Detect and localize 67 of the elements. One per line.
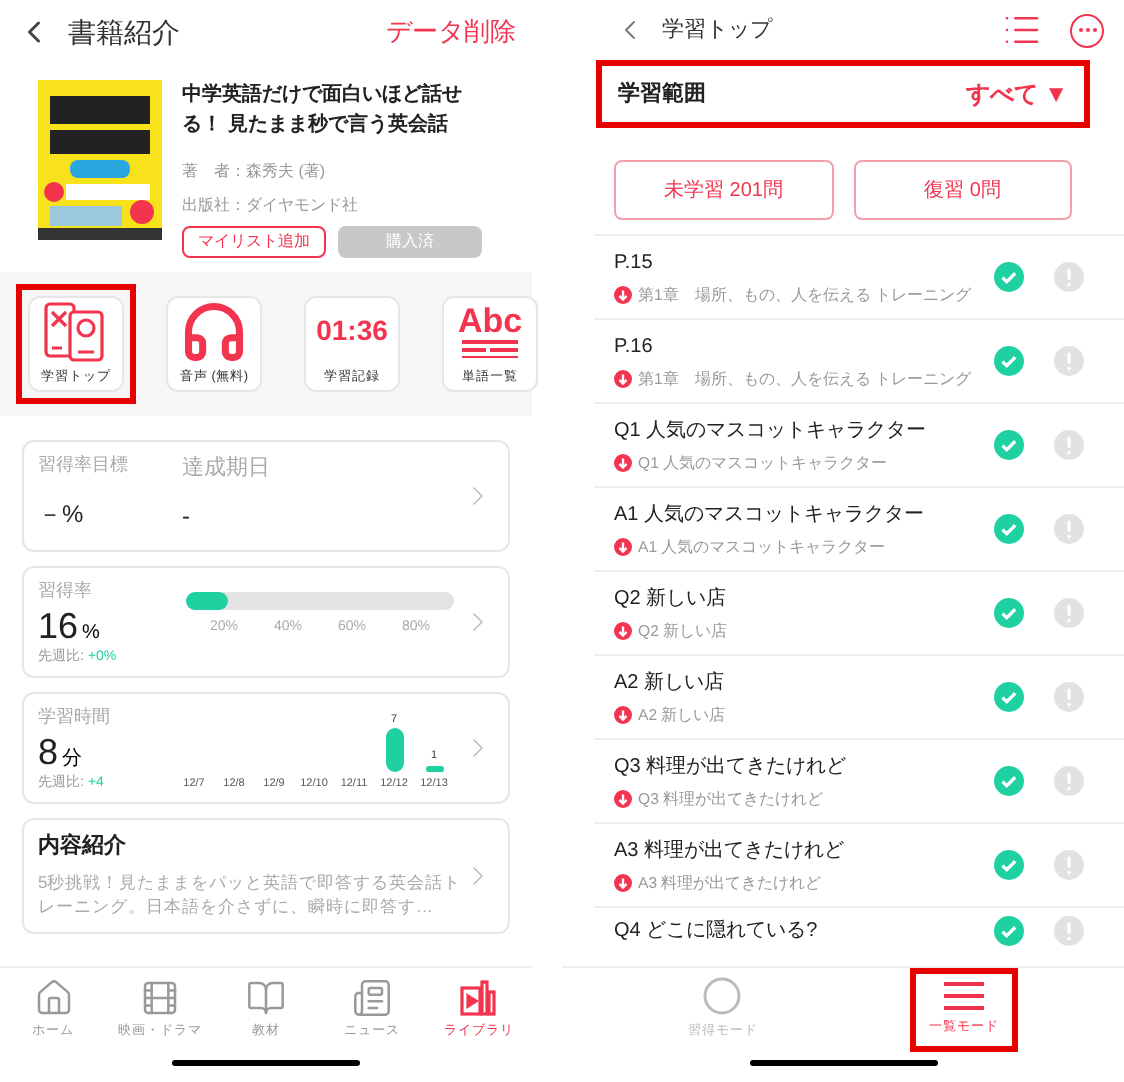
description-text: 5秒挑戦！見たままをパッと英語で即答する英会話トレーニング。日本語を介さずに、瞬時に即答す… (38, 869, 462, 917)
book-icon (245, 977, 286, 1018)
book-title: 中学英語だけで面白いほど話せる！ 見たまま秒で言う英会話 (182, 81, 464, 140)
down-arrow-icon (614, 622, 632, 640)
check-icon[interactable] (994, 514, 1024, 544)
down-arrow-icon (614, 538, 632, 556)
alert-icon[interactable] (1054, 850, 1084, 880)
down-arrow-icon (614, 286, 632, 304)
page-title: 学習トップ (662, 15, 772, 46)
due-date-value: - (182, 499, 192, 533)
alert-icon[interactable] (1054, 346, 1084, 376)
filter-button[interactable]: 復習 0問 (853, 160, 1072, 220)
check-icon[interactable] (994, 766, 1024, 796)
bar (425, 765, 443, 772)
down-arrow-icon (614, 454, 632, 472)
range-selector[interactable]: 学習範囲 すべて ▼ (596, 60, 1090, 128)
alert-icon[interactable] (1054, 514, 1084, 544)
check-icon[interactable] (994, 346, 1024, 376)
alert-icon[interactable] (1054, 916, 1084, 946)
page-title: 書籍紹介 (68, 13, 180, 51)
due-date-label: 達成期日 (182, 454, 270, 484)
check-icon[interactable] (994, 262, 1024, 292)
delete-data-link[interactable]: データ削除 (386, 12, 516, 52)
home-icon (33, 977, 74, 1018)
range-value: すべて ▼ (965, 78, 1068, 112)
film-icon (139, 977, 180, 1018)
publisher-text: 出版社：ダイヤモンド社 (182, 194, 360, 218)
lines-icon (462, 338, 518, 359)
rate-value: 16 (38, 605, 79, 645)
alert-icon[interactable] (1054, 430, 1084, 460)
check-icon[interactable] (994, 598, 1024, 628)
more-icon[interactable] (1070, 13, 1104, 47)
timer-display: 01:36 (316, 312, 388, 351)
check-icon[interactable] (994, 850, 1024, 880)
phones-icon (42, 299, 110, 364)
menu-icon (943, 980, 984, 1013)
time-label: 学習時間 (38, 704, 112, 730)
filter-button[interactable]: 未学習 201問 (614, 160, 833, 220)
time-value: 8 (38, 731, 59, 771)
add-to-list-button[interactable]: マイリスト追加 (182, 226, 326, 258)
alert-icon[interactable] (1054, 682, 1084, 712)
down-arrow-icon (614, 370, 632, 388)
description-title: 内容紹介 (38, 831, 128, 862)
description-card[interactable]: 内容紹介 5秒挑戦！見たままをパッと英語で即答する英会話トレーニング。日本語を介さずに、瞬時に即答す… (22, 818, 510, 934)
goal-card[interactable]: 習得率目標 －% 達成期日 - (22, 440, 510, 552)
goal-value: －% (38, 497, 86, 531)
abc-display: Abc (457, 304, 523, 339)
circle-icon (702, 976, 743, 1017)
alert-icon[interactable] (1054, 766, 1084, 796)
alert-icon[interactable] (1054, 262, 1084, 292)
lesson-row[interactable]: Q4 どこに隠れている? (594, 906, 1124, 950)
check-icon[interactable] (994, 430, 1024, 460)
down-arrow-icon (614, 790, 632, 808)
news-icon (352, 977, 393, 1018)
alert-icon[interactable] (1054, 598, 1084, 628)
bar (385, 727, 403, 772)
library-icon (458, 977, 499, 1018)
check-icon[interactable] (994, 916, 1024, 946)
goal-label: 習得率目標 (38, 452, 130, 478)
down-arrow-icon (614, 706, 632, 724)
rate-label: 習得率 (38, 578, 94, 604)
author-text: 著 者：森秀夫 (著) (182, 160, 328, 184)
time-unit: 分 (62, 745, 83, 773)
check-icon[interactable] (994, 682, 1024, 712)
down-arrow-icon (614, 874, 632, 892)
headphones-icon (180, 297, 248, 366)
rate-unit: % (82, 619, 100, 647)
